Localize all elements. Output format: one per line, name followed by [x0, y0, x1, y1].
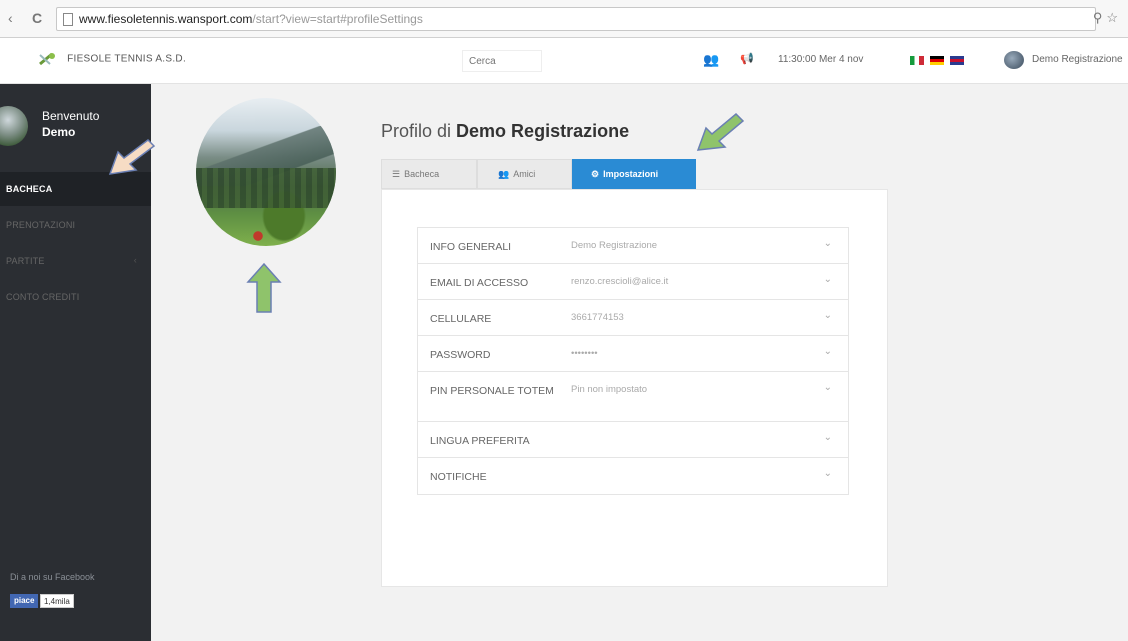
settings-row-info-generali[interactable]: INFO GENERALI Demo Registrazione ⌄: [418, 228, 848, 264]
chevron-down-icon[interactable]: ⌄: [824, 274, 832, 285]
setting-value: 3661774153: [571, 312, 624, 323]
friends-icon: 👥: [498, 169, 510, 179]
sidebar-item-prenotazioni[interactable]: PRENOTAZIONI: [0, 208, 151, 242]
profile-photo[interactable]: [196, 98, 336, 246]
photo-trees: [196, 168, 336, 208]
sidebar-item-label: BACHECA: [6, 184, 53, 194]
annotation-arrow-tab: [696, 112, 745, 151]
sidebar-item-label: CONTO CREDITI: [6, 292, 80, 302]
annotation-arrow-sidebar: [108, 139, 156, 175]
megaphone-icon[interactable]: 📢: [740, 52, 754, 65]
chevron-down-icon[interactable]: ⌄: [824, 468, 832, 479]
search-input[interactable]: [462, 50, 542, 72]
facebook-text: Di a noi su Facebook: [10, 572, 95, 582]
page-icon: [63, 13, 73, 26]
tab-label: Amici: [513, 169, 536, 179]
setting-label: NOTIFICHE: [430, 471, 487, 483]
tab-impostazioni[interactable]: ⚙ Impostazioni: [572, 159, 696, 189]
setting-label: LINGUA PREFERITA: [430, 435, 530, 447]
chevron-down-icon[interactable]: ⌄: [824, 432, 832, 443]
user-menu[interactable]: Demo Registrazione: [1032, 54, 1123, 65]
italian-flag-icon[interactable]: [910, 56, 924, 65]
list-icon: ☰: [392, 169, 401, 179]
gears-icon: ⚙: [591, 169, 600, 179]
welcome-user: Demo: [42, 125, 76, 139]
setting-label: INFO GENERALI: [430, 241, 512, 253]
setting-label: CELLULARE: [430, 313, 492, 325]
site-header: FIESOLE TENNIS A.S.D. 👥 📢 11:30:00 Mer 4…: [0, 38, 1128, 84]
url-host: www.fiesoletennis.wansport.com: [79, 12, 253, 26]
settings-row-pin[interactable]: PIN PERSONALE TOTEM Pin non impostato ⌄: [418, 372, 848, 422]
setting-label: PASSWORD: [430, 349, 491, 361]
setting-label: PIN PERSONALE TOTEM: [430, 385, 554, 397]
welcome-text: Benvenuto Demo: [42, 108, 99, 140]
facebook-like-button[interactable]: piace: [10, 594, 39, 608]
tab-label: Impostazioni: [603, 169, 659, 179]
sidebar-item-partite[interactable]: PARTITE ‹: [0, 244, 151, 278]
settings-row-email[interactable]: EMAIL DI ACCESSO renzo.crescioli@alice.i…: [418, 264, 848, 300]
setting-value: renzo.crescioli@alice.it: [571, 276, 669, 287]
browser-toolbar: ‹ C www.fiesoletennis.wansport.com/start…: [0, 0, 1128, 38]
title-name: Demo Registrazione: [456, 121, 630, 141]
chevron-down-icon[interactable]: ⌄: [824, 238, 832, 249]
chevron-down-icon[interactable]: ⌄: [824, 382, 832, 393]
chevron-down-icon[interactable]: ⌄: [824, 346, 832, 357]
brand-name: FIESOLE TENNIS A.S.D.: [67, 53, 187, 65]
settings-row-lingua[interactable]: LINGUA PREFERITA ⌄: [418, 422, 848, 458]
title-prefix: Profilo di: [381, 121, 452, 141]
tennis-logo-icon: [39, 52, 55, 66]
setting-value: Demo Registrazione: [571, 240, 658, 251]
reload-icon[interactable]: C: [32, 10, 42, 26]
chevron-down-icon[interactable]: ⌄: [824, 310, 832, 321]
back-icon[interactable]: ‹: [8, 10, 13, 26]
avatar[interactable]: [0, 106, 28, 146]
settings-row-cellulare[interactable]: CELLULARE 3661774153 ⌄: [418, 300, 848, 336]
annotation-arrow-photo: [246, 262, 282, 313]
settings-card: INFO GENERALI Demo Registrazione ⌄ EMAIL…: [381, 189, 888, 587]
friends-icon[interactable]: 👥: [703, 52, 719, 68]
bookmark-star-icon[interactable]: ⚲☆: [1093, 10, 1122, 26]
setting-value: ••••••••: [571, 348, 598, 359]
german-flag-icon[interactable]: [930, 56, 944, 65]
address-bar[interactable]: www.fiesoletennis.wansport.com/start?vie…: [56, 7, 1096, 31]
settings-list: INFO GENERALI Demo Registrazione ⌄ EMAIL…: [417, 227, 849, 495]
tab-bacheca[interactable]: ☰ Bacheca: [381, 159, 477, 189]
settings-row-password[interactable]: PASSWORD •••••••• ⌄: [418, 336, 848, 372]
chevron-left-icon: ‹: [133, 255, 137, 265]
page-title: Profilo di Demo Registrazione: [381, 121, 629, 142]
user-avatar-small[interactable]: [1004, 51, 1024, 69]
setting-label: EMAIL DI ACCESSO: [430, 277, 529, 289]
sidebar-item-label: PARTITE: [6, 256, 45, 266]
sidebar-item-label: PRENOTAZIONI: [6, 220, 76, 230]
clock: 11:30:00 Mer 4 nov: [778, 54, 864, 65]
url-path: /start?view=start#profileSettings: [252, 12, 423, 26]
tab-label: Bacheca: [404, 169, 440, 179]
setting-value: Pin non impostato: [571, 384, 648, 395]
welcome-label: Benvenuto: [42, 109, 100, 123]
sidebar-item-conto-crediti[interactable]: CONTO CREDITI: [0, 280, 151, 314]
settings-row-notifiche[interactable]: NOTIFICHE ⌄: [418, 458, 848, 494]
uk-flag-icon[interactable]: [950, 56, 964, 65]
brand[interactable]: FIESOLE TENNIS A.S.D.: [38, 52, 186, 66]
tab-amici[interactable]: 👥 Amici: [477, 159, 572, 189]
facebook-like-count: 1,4mila: [40, 594, 74, 608]
